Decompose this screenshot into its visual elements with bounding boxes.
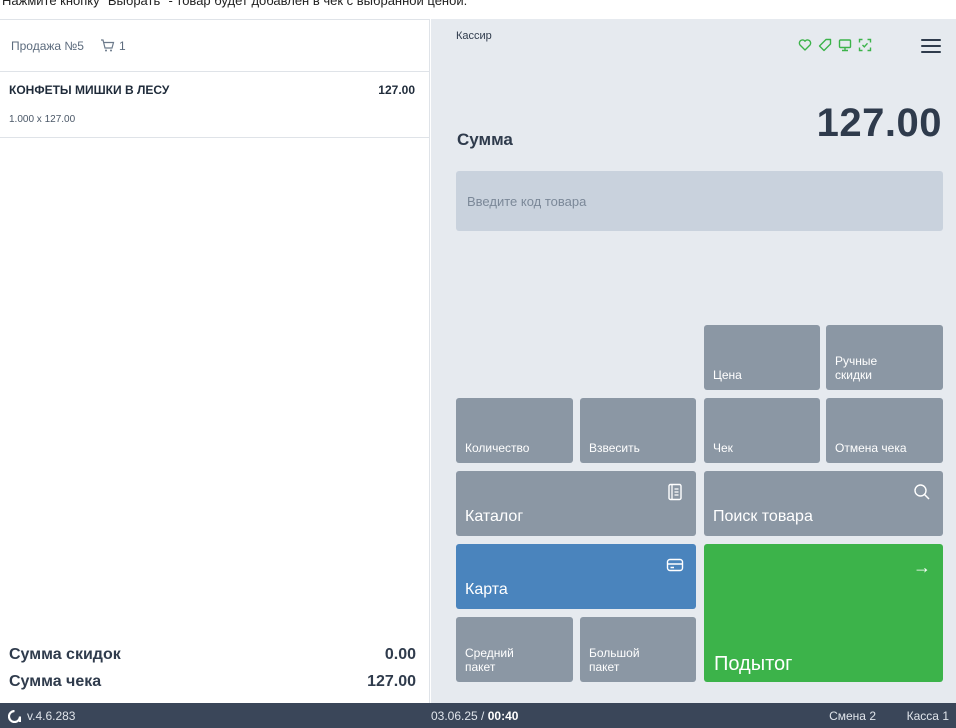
cashier-label: Кассир bbox=[456, 30, 492, 42]
receipt-header: Продажа №5 1 bbox=[0, 20, 429, 72]
catalog-icon bbox=[668, 483, 682, 501]
discount-total-line: Сумма скидок 0.00 bbox=[9, 641, 416, 668]
price-button[interactable]: Цена bbox=[704, 325, 820, 390]
time-text: 00:40 bbox=[487, 709, 519, 723]
tag-icon[interactable] bbox=[818, 38, 832, 52]
sum-label: Сумма bbox=[457, 130, 513, 149]
discount-label: Сумма скидок bbox=[9, 645, 121, 663]
date-time: 03.06.25 / 00:40 bbox=[431, 709, 518, 723]
card-button-label: Карта bbox=[465, 581, 508, 598]
status-bar: v.4.6.283 03.06.25 / 00:40 Смена 2 Касса… bbox=[0, 703, 956, 728]
product-search-button[interactable]: Поиск товара bbox=[704, 471, 943, 536]
receipt-panel: Продажа №5 1 КОНФЕТЫ МИШКИ В ЛЕСУ 127.00… bbox=[0, 19, 430, 703]
manual-discounts-button[interactable]: Ручные скидки bbox=[826, 325, 943, 390]
item-quantity: 1.000 x 127.00 bbox=[9, 114, 76, 125]
shift-label: Смена 2 bbox=[829, 709, 876, 723]
discount-value: 0.00 bbox=[384, 645, 416, 663]
arrow-right-icon: → bbox=[913, 557, 931, 577]
date-text: 03.06.25 bbox=[431, 709, 478, 723]
cancel-receipt-button[interactable]: Отмена чека bbox=[826, 398, 943, 463]
weigh-button-label: Взвесить bbox=[589, 441, 640, 455]
receipt-item-row[interactable]: КОНФЕТЫ МИШКИ В ЛЕСУ 127.00 1.000 x 127.… bbox=[0, 72, 429, 138]
search-icon bbox=[914, 484, 930, 500]
receipt-title: Продажа №5 bbox=[11, 38, 84, 53]
app-version: v.4.6.283 bbox=[8, 709, 75, 723]
cart-counter: 1 bbox=[100, 39, 126, 53]
cart-count: 1 bbox=[118, 38, 126, 53]
register-label: Касса 1 bbox=[906, 709, 949, 723]
item-price: 127.00 bbox=[378, 83, 415, 97]
medium-bag-label: Средний пакет bbox=[465, 646, 514, 674]
cashier-panel: Кассир Сумма 127.00 Цена Ручные скидки К… bbox=[431, 19, 956, 703]
price-button-label: Цена bbox=[713, 368, 742, 382]
heart-icon[interactable] bbox=[798, 38, 812, 52]
product-code-input[interactable] bbox=[456, 171, 943, 231]
catalog-button-label: Каталог bbox=[465, 508, 524, 525]
card-icon bbox=[666, 558, 684, 572]
instruction-text: Нажмите кнопку "Выбрать" - товар будет д… bbox=[2, 0, 468, 8]
item-name: КОНФЕТЫ МИШКИ В ЛЕСУ bbox=[9, 83, 170, 97]
large-bag-label: Большой пакет bbox=[589, 646, 640, 674]
medium-bag-button[interactable]: Средний пакет bbox=[456, 617, 573, 682]
receipt-button-label: Чек bbox=[713, 441, 733, 455]
hamburger-menu-icon[interactable] bbox=[921, 39, 941, 53]
large-bag-button[interactable]: Большой пакет bbox=[580, 617, 696, 682]
receipt-total-label: Сумма чека bbox=[9, 672, 102, 690]
app-logo-icon bbox=[8, 709, 21, 723]
weigh-button[interactable]: Взвесить bbox=[580, 398, 696, 463]
subtotal-button-label: Подытог bbox=[714, 653, 793, 675]
catalog-button[interactable]: Каталог bbox=[456, 471, 696, 536]
receipt-totals: Сумма скидок 0.00 Сумма чека 127.00 bbox=[0, 641, 430, 695]
monitor-icon[interactable] bbox=[838, 38, 852, 52]
date-time-separator: / bbox=[477, 709, 488, 723]
scan-icon[interactable] bbox=[858, 38, 872, 52]
quantity-button-label: Количество bbox=[465, 441, 530, 455]
manual-discounts-label: Ручные скидки bbox=[835, 354, 878, 382]
quantity-button[interactable]: Количество bbox=[456, 398, 573, 463]
cancel-receipt-label: Отмена чека bbox=[835, 441, 907, 455]
subtotal-button[interactable]: → Подытог bbox=[704, 544, 943, 682]
status-icons bbox=[798, 38, 872, 52]
receipt-button[interactable]: Чек bbox=[704, 398, 820, 463]
product-search-label: Поиск товара bbox=[713, 508, 813, 525]
version-text: v.4.6.283 bbox=[27, 709, 76, 723]
receipt-total-value: 127.00 bbox=[367, 672, 416, 690]
receipt-total-line: Сумма чека 127.00 bbox=[9, 668, 416, 695]
card-button[interactable]: Карта bbox=[456, 544, 696, 609]
sum-value: 127.00 bbox=[816, 101, 942, 145]
cart-icon bbox=[100, 39, 115, 52]
